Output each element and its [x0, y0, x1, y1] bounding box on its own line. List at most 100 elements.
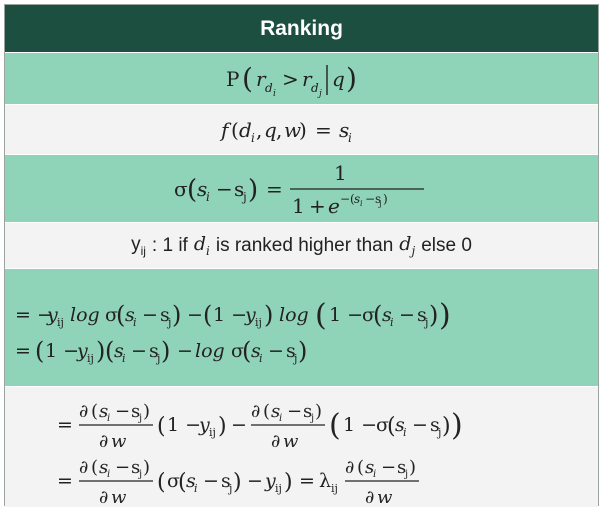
svg-text:+: + [309, 194, 326, 218]
svg-text:(: ( [203, 301, 212, 329]
gradient-expression-formula: = ∂( si − s j) ∂ w ( 1 − y ij ) − ∂( si − s j)… [5, 387, 598, 507]
svg-text:−: − [287, 401, 302, 422]
svg-text:): ) [143, 457, 150, 478]
ranking-title: Ranking [5, 5, 598, 53]
svg-text:): ) [298, 337, 307, 365]
svg-text:i: i [122, 352, 126, 365]
svg-text:j: j [310, 413, 314, 424]
svg-text:i: i [348, 131, 352, 145]
svg-text:1 −: 1 − [343, 414, 377, 436]
svg-text:i: i [107, 413, 110, 424]
svg-text:(: ( [35, 337, 44, 365]
svg-text:∂: ∂ [99, 487, 108, 507]
svg-text:): ) [383, 192, 388, 206]
svg-text:): ) [315, 401, 322, 422]
svg-text:): ) [143, 401, 150, 422]
svg-text:ij: ij [57, 316, 64, 329]
svg-text:=: = [57, 414, 73, 436]
svg-text:=: = [15, 340, 31, 362]
svg-text:q: q [264, 118, 277, 142]
svg-text:−: − [115, 401, 130, 422]
label-definition-text: yij : 1 if di is ranked higher than dj e… [5, 223, 598, 269]
svg-text:i: i [251, 131, 255, 145]
svg-text:(: ( [105, 337, 114, 365]
svg-text:): ) [299, 118, 307, 142]
svg-text:i: i [133, 316, 137, 329]
svg-text:−: − [203, 470, 219, 492]
svg-text:i: i [259, 352, 263, 365]
svg-text:λ: λ [319, 470, 331, 492]
svg-text:1 −: 1 − [45, 340, 79, 362]
svg-text:i: i [107, 469, 110, 480]
svg-text:d: d [239, 118, 252, 142]
svg-text:i: i [279, 413, 282, 424]
label-text-3: else 0 [421, 234, 472, 256]
pairwise-probability-formula: P ( r d i > r d j q ) [5, 53, 598, 105]
score-function-math: f ( d i , q , w ) = s i [219, 118, 352, 145]
svg-text:(: ( [187, 175, 197, 205]
svg-text:(: ( [315, 298, 327, 333]
svg-text:(: ( [91, 457, 98, 478]
loss-expression-math: = − y ij log σ ( s i − s j ) − ( 1 − y i… [15, 298, 451, 365]
svg-text:ij: ij [255, 316, 262, 329]
svg-text:(: ( [157, 414, 166, 439]
svg-text:∂: ∂ [79, 401, 88, 422]
svg-text:=: = [299, 470, 315, 492]
svg-text:,: , [276, 118, 282, 142]
label-text-1: : 1 if [151, 234, 188, 256]
di-symbol: di [193, 233, 210, 258]
svg-text:log: log [279, 304, 309, 326]
svg-text:−: − [412, 414, 428, 436]
svg-text:i: i [360, 199, 363, 208]
svg-text:−: − [187, 304, 203, 326]
svg-text:): ) [233, 470, 242, 495]
svg-text:): ) [451, 408, 463, 443]
svg-text:−: − [177, 340, 193, 362]
svg-text:j: j [138, 413, 142, 424]
svg-text:): ) [284, 470, 293, 495]
svg-text:σ: σ [174, 177, 188, 201]
svg-text:1: 1 [334, 161, 347, 185]
svg-text:(: ( [242, 337, 251, 365]
svg-text:w: w [283, 431, 299, 452]
svg-text:): ) [248, 175, 258, 205]
svg-text:(: ( [157, 470, 166, 495]
svg-text:log: log [195, 340, 225, 362]
svg-text:−: − [231, 414, 247, 436]
svg-text:∂: ∂ [79, 457, 88, 478]
svg-text:w: w [111, 487, 127, 507]
gradient-expression-math: = ∂( si − sj) ∂ w ( 1 − y ij ) − ∂( si − sj)… [57, 401, 463, 507]
svg-text:−: − [142, 304, 158, 326]
ranking-card: Ranking P ( r d i > r d j q ) f ( d i , … [4, 4, 599, 507]
svg-text:): ) [161, 337, 170, 365]
svg-text:): ) [346, 62, 357, 95]
svg-text:): ) [439, 298, 451, 333]
svg-text:=: = [57, 470, 73, 492]
svg-text:(: ( [242, 62, 253, 95]
svg-text:i: i [390, 316, 394, 329]
svg-text:): ) [442, 414, 451, 439]
svg-text:(: ( [91, 401, 98, 422]
svg-text:1 −: 1 − [213, 304, 247, 326]
svg-text:−: − [131, 340, 147, 362]
svg-text:log: log [70, 304, 100, 326]
svg-text:q: q [332, 67, 345, 91]
svg-text:w: w [111, 431, 127, 452]
svg-text:1: 1 [292, 194, 305, 218]
loss-expression-formula: = − y ij log σ ( s i − s j ) − ( 1 − y i… [5, 269, 598, 387]
svg-text:−: − [247, 470, 263, 492]
svg-text:i: i [403, 426, 407, 439]
svg-text:j: j [404, 469, 408, 480]
svg-text:d: d [311, 81, 319, 95]
svg-text:−: − [381, 457, 396, 478]
svg-text:j: j [378, 199, 381, 208]
svg-text:ij: ij [87, 352, 94, 365]
svg-text:): ) [429, 301, 438, 329]
svg-text:j: j [138, 469, 142, 480]
score-function-formula: f ( d i , q , w ) = s i [5, 105, 598, 155]
svg-text:): ) [96, 337, 105, 365]
svg-text:): ) [264, 301, 273, 329]
svg-text:d: d [265, 81, 273, 95]
svg-text:=: = [266, 177, 283, 201]
svg-text:ij: ij [209, 426, 216, 439]
